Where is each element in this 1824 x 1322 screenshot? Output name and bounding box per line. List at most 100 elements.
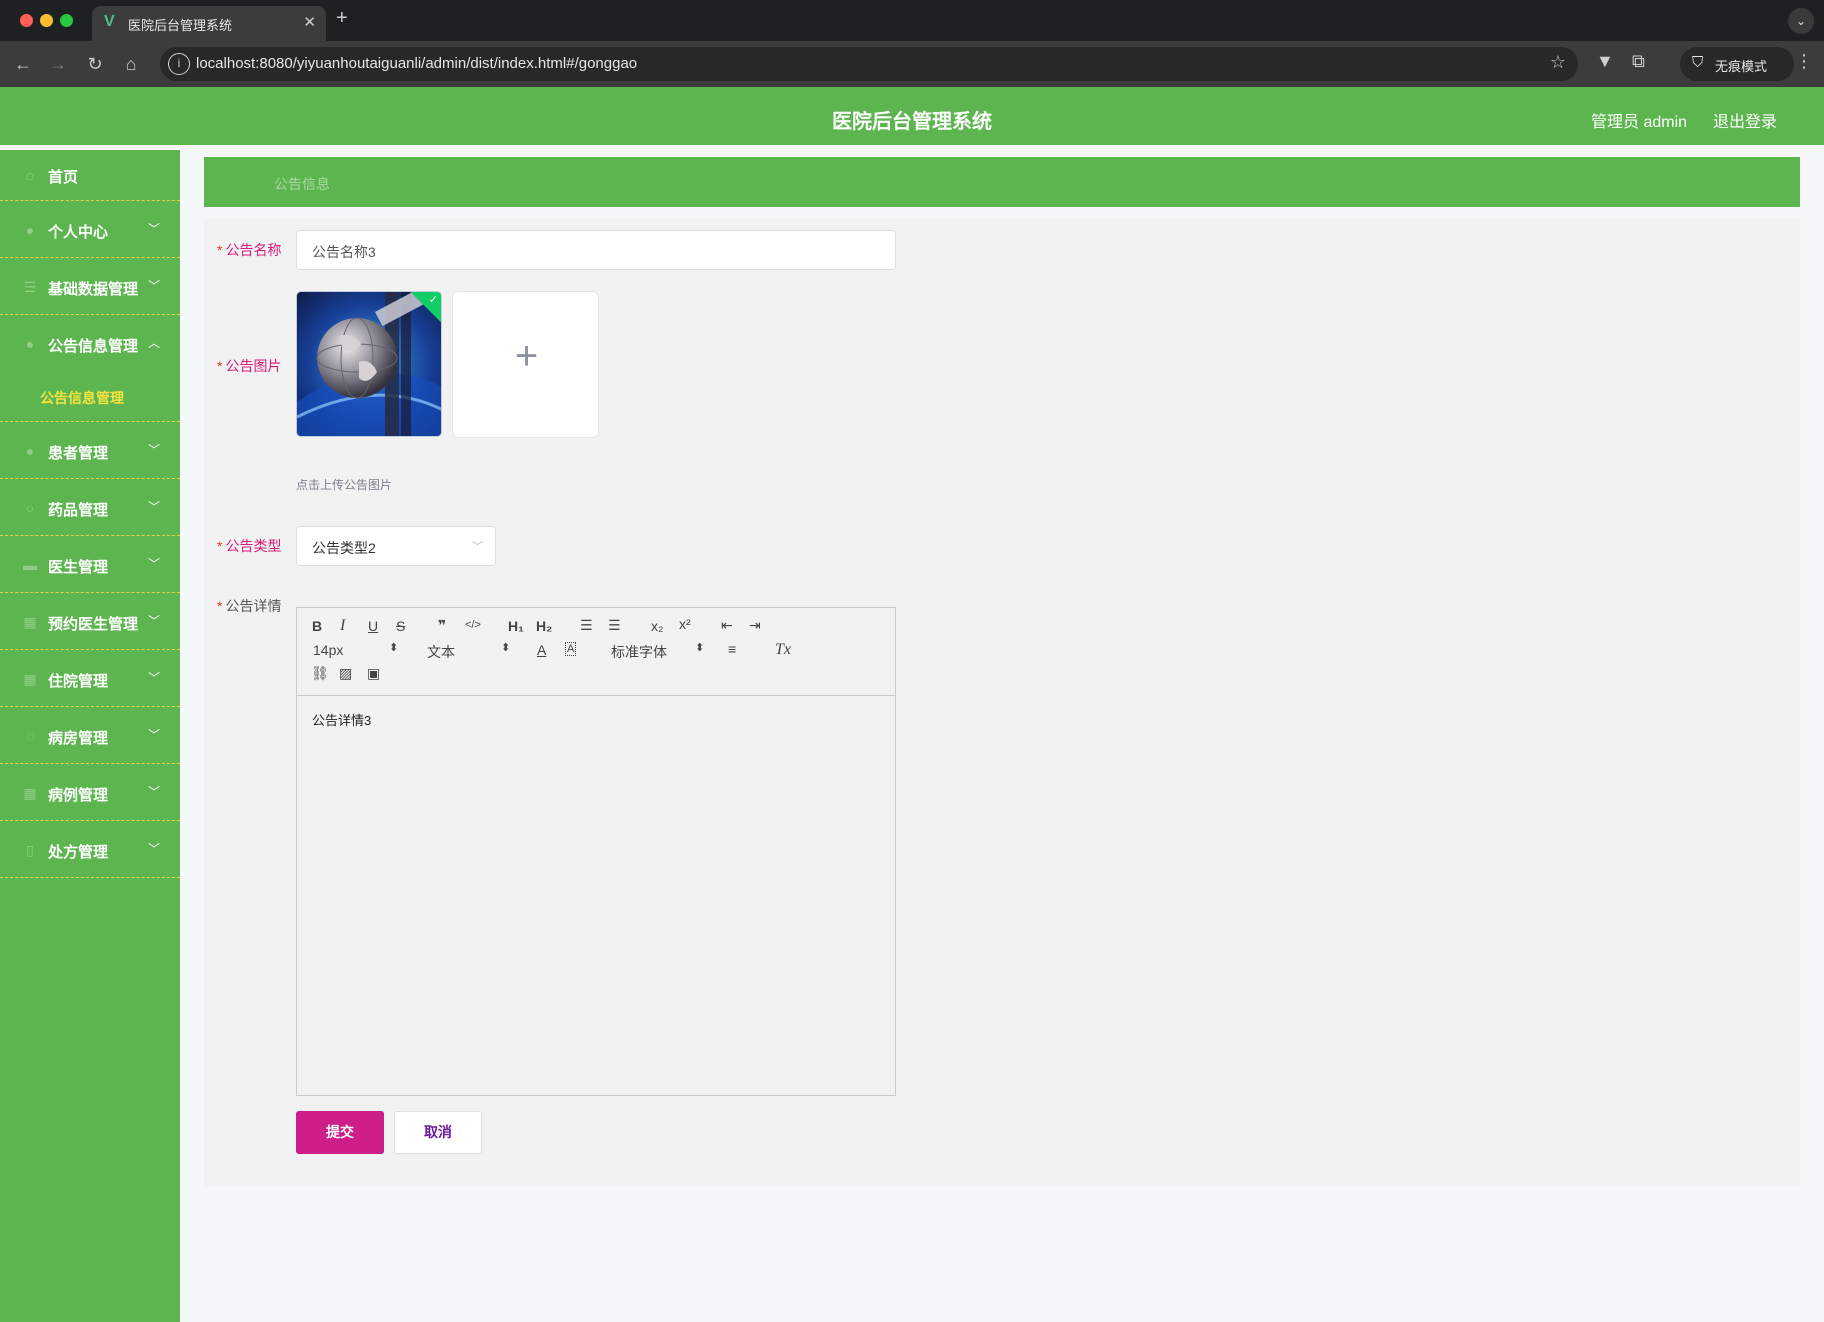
updown-icon: ⬍: [389, 642, 399, 654]
globe-image: [297, 292, 441, 436]
sidebar-subitem-notice-management[interactable]: 公告信息管理: [0, 372, 180, 422]
sidebar-item-label: 病例管理: [48, 787, 109, 804]
url-text[interactable]: localhost:8080/yiyuanhoutaiguanli/admin/…: [196, 55, 637, 72]
bookmark-star-icon[interactable]: ☆: [1550, 52, 1566, 73]
bullet-list-icon[interactable]: ☰: [608, 617, 621, 634]
extensions-icon[interactable]: ⧉: [1632, 51, 1645, 72]
updown-icon: ⬍: [695, 642, 705, 654]
uploaded-image-thumbnail[interactable]: ✓: [296, 291, 442, 437]
sidebar-item-patients[interactable]: ● 患者管理 ﹀: [0, 422, 180, 479]
new-tab-icon[interactable]: +: [336, 7, 348, 30]
code-block-icon[interactable]: </>: [465, 619, 481, 631]
video-icon[interactable]: ▣: [367, 665, 380, 682]
chevron-down-icon: ﹀: [472, 541, 483, 553]
sidebar-item-doctors[interactable]: ▬ 医生管理 ﹀: [0, 536, 180, 593]
blockquote-icon[interactable]: ❞: [438, 617, 446, 634]
tab-search-icon[interactable]: ⌄: [1788, 8, 1814, 34]
rich-text-editor[interactable]: B I U S ❞ </> H₁ H₂ ☰ ☰ x₂ x² ⇤ ⇥ 14px ⬍…: [296, 607, 896, 1096]
calendar-icon: ▦: [23, 614, 37, 630]
logout-link[interactable]: 退出登录: [1713, 108, 1777, 132]
strikethrough-icon[interactable]: S: [396, 618, 405, 634]
vue-logo-icon: V: [104, 13, 115, 30]
heading-2-icon[interactable]: H₂: [536, 618, 552, 634]
room-icon: ◌: [25, 728, 35, 744]
prescription-icon: ▯: [26, 842, 34, 858]
header-picker[interactable]: 文本: [427, 642, 455, 662]
link-icon[interactable]: ⛓: [311, 665, 329, 682]
checkmark-icon: ✓: [428, 294, 438, 306]
sidebar-item-prescriptions[interactable]: ▯ 处方管理 ﹀: [0, 821, 180, 878]
chevron-down-icon: ﹀: [147, 785, 160, 799]
sidebar-item-notices[interactable]: ● 公告信息管理 ︿: [0, 315, 180, 372]
italic-icon[interactable]: I: [340, 617, 345, 635]
incognito-badge[interactable]: ⛉ 无痕模式: [1680, 47, 1794, 81]
home-icon: ⌂: [25, 167, 35, 183]
reload-icon[interactable]: ↻: [82, 51, 108, 77]
font-family-picker[interactable]: 标准字体: [611, 642, 667, 662]
sidebar-item-label: 病房管理: [48, 730, 109, 747]
chevron-down-icon: ﹀: [147, 279, 160, 293]
address-bar[interactable]: i localhost:8080/yiyuanhoutaiguanli/admi…: [160, 47, 1578, 81]
editor-toolbar: B I U S ❞ </> H₁ H₂ ☰ ☰ x₂ x² ⇤ ⇥ 14px ⬍…: [297, 608, 895, 696]
image-upload-button[interactable]: +: [452, 291, 599, 438]
sidebar-item-label: 预约医生管理: [48, 616, 139, 633]
text-color-icon[interactable]: A: [537, 642, 546, 658]
chevron-up-icon: ︿: [147, 336, 160, 350]
align-icon[interactable]: ≡: [728, 641, 736, 657]
sidebar-item-label: 患者管理: [48, 445, 109, 462]
home-button-icon[interactable]: ⌂: [118, 51, 144, 77]
sidebar-item-label: 医生管理: [48, 559, 109, 576]
notice-form: * 公告名称 公告名称3 * 公告图片 ✓ + 点击上传公告图片 * 公告类型 …: [204, 218, 1800, 1186]
user-icon: ●: [25, 222, 35, 238]
notice-type-select[interactable]: 公告类型2 ﹀: [296, 526, 496, 566]
ordered-list-icon[interactable]: ☰: [580, 617, 593, 634]
browser-tabbar: V 医院后台管理系统 ✕ + ⌄: [0, 0, 1824, 41]
notice-type-value: 公告类型2: [312, 540, 376, 556]
sidebar-item-inpatient[interactable]: ▦ 住院管理 ﹀: [0, 650, 180, 707]
maximize-window-button[interactable]: [60, 14, 73, 27]
tab-close-icon[interactable]: ✕: [303, 13, 316, 31]
outdent-icon[interactable]: ⇤: [721, 617, 733, 634]
background-color-icon[interactable]: A: [565, 642, 577, 656]
submit-button[interactable]: 提交: [296, 1111, 384, 1154]
breadcrumb-current: 公告信息: [274, 176, 330, 192]
sidebar-item-medicine[interactable]: ○ 药品管理 ﹀: [0, 479, 180, 536]
medicine-icon: ○: [25, 500, 35, 516]
chevron-down-icon: ﹀: [147, 443, 160, 457]
detail-label: * 公告详情: [217, 598, 282, 614]
sidebar-item-wards[interactable]: ◌ 病房管理 ﹀: [0, 707, 180, 764]
notice-name-input[interactable]: 公告名称3: [296, 230, 896, 270]
browser-tab[interactable]: V 医院后台管理系统 ✕: [92, 6, 326, 41]
editor-content[interactable]: 公告详情3: [312, 710, 371, 729]
site-info-icon[interactable]: i: [168, 53, 190, 75]
sidebar-item-basic-data[interactable]: ☰ 基础数据管理 ﹀: [0, 258, 180, 315]
sidebar-item-home[interactable]: ⌂ 首页: [0, 150, 180, 201]
sidebar-item-label: 基础数据管理: [48, 281, 139, 298]
clear-format-icon[interactable]: Tx: [775, 641, 791, 659]
underline-icon[interactable]: U: [368, 618, 378, 634]
superscript-icon[interactable]: x²: [679, 616, 691, 632]
sidebar-item-label: 住院管理: [48, 673, 109, 690]
font-size-picker[interactable]: 14px: [313, 642, 343, 658]
back-icon[interactable]: ←: [10, 51, 36, 77]
cancel-button[interactable]: 取消: [394, 1111, 482, 1154]
breadcrumb: 公告信息: [204, 157, 1800, 207]
indent-icon[interactable]: ⇥: [749, 617, 761, 634]
forward-icon[interactable]: →: [45, 51, 71, 77]
sidebar-item-label: 公告信息管理: [48, 338, 139, 355]
subscript-icon[interactable]: x₂: [651, 618, 663, 634]
heading-1-icon[interactable]: H₁: [508, 618, 524, 634]
vue-devtools-icon[interactable]: ▼: [1596, 51, 1614, 72]
sidebar-item-cases[interactable]: ▦ 病例管理 ﹀: [0, 764, 180, 821]
sidebar-item-profile[interactable]: ● 个人中心 ﹀: [0, 201, 180, 258]
app-header: 医院后台管理系统 管理员 admin 退出登录: [0, 87, 1824, 145]
bold-icon[interactable]: B: [312, 618, 322, 634]
sidebar: ⌂ 首页 ● 个人中心 ﹀ ☰ 基础数据管理 ﹀ ● 公告信息管理 ︿ 公告信息…: [0, 150, 180, 1322]
incognito-icon: ⛉: [1692, 54, 1704, 71]
more-menu-icon[interactable]: ⋮: [1794, 51, 1814, 72]
minimize-window-button[interactable]: [40, 14, 53, 27]
chevron-down-icon: ﹀: [147, 614, 160, 628]
sidebar-item-appointments[interactable]: ▦ 预约医生管理 ﹀: [0, 593, 180, 650]
close-window-button[interactable]: [20, 14, 33, 27]
image-icon[interactable]: ▨: [339, 665, 352, 682]
